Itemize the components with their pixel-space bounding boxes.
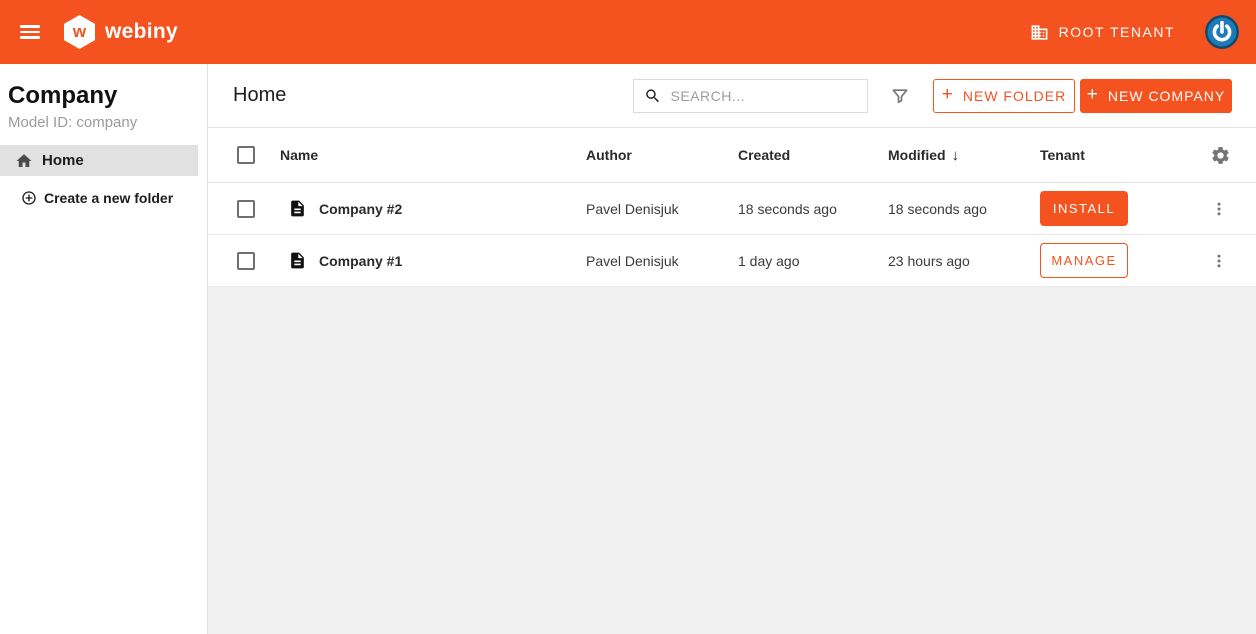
entry-name: Company #1 (319, 253, 402, 269)
row-checkbox[interactable] (237, 252, 255, 270)
sort-desc-arrow-icon: ↓ (952, 147, 960, 164)
add-circle-icon (21, 190, 37, 206)
filter-icon (890, 86, 910, 106)
top-app-bar: w webiny ROOT TENANT (0, 0, 1256, 64)
install-button[interactable]: INSTALL (1040, 191, 1128, 226)
search-icon (644, 86, 662, 106)
tenant-label: ROOT TENANT (1059, 24, 1175, 40)
table-header-row: Name Author Created Modified ↓ Tenant (208, 128, 1256, 183)
brand-wordmark: webiny (105, 20, 178, 44)
page-title: Home (233, 84, 286, 107)
filter-button[interactable] (890, 86, 910, 106)
create-folder-button[interactable]: Create a new folder (0, 183, 207, 213)
column-header-tenant: Tenant (1040, 147, 1198, 163)
kebab-menu-icon (1210, 252, 1228, 270)
plus-icon: + (942, 85, 954, 104)
row-checkbox[interactable] (237, 200, 255, 218)
webiny-logo[interactable]: w webiny (64, 15, 178, 49)
sidebar-item-home[interactable]: Home (0, 145, 198, 176)
search-input[interactable] (671, 88, 857, 104)
table-row[interactable]: Company #2 Pavel Denisjuk 18 seconds ago… (208, 183, 1256, 235)
search-box (633, 79, 868, 113)
model-title: Company (0, 82, 207, 110)
entry-created: 18 seconds ago (738, 201, 888, 217)
user-avatar[interactable] (1205, 15, 1239, 49)
entry-name: Company #2 (319, 201, 402, 217)
gear-icon (1210, 145, 1231, 166)
hamburger-menu-icon[interactable] (20, 25, 40, 39)
plus-icon: + (1087, 85, 1099, 104)
tenant-selector[interactable]: ROOT TENANT (1030, 23, 1175, 42)
column-header-author[interactable]: Author (586, 147, 738, 163)
new-folder-button[interactable]: + NEW FOLDER (933, 79, 1075, 113)
row-menu-button[interactable] (1210, 252, 1228, 270)
row-menu-button[interactable] (1210, 200, 1228, 218)
model-id-subtitle: Model ID: company (0, 114, 207, 131)
entry-modified: 18 seconds ago (888, 201, 1040, 217)
manage-button[interactable]: MANAGE (1040, 243, 1128, 278)
sidebar: Company Model ID: company Home Create a … (0, 64, 208, 634)
home-icon (15, 152, 33, 170)
webiny-hexagon-icon: w (64, 15, 95, 49)
content-header: Home + NEW FOLDER + NEW COMPANY (208, 64, 1256, 128)
document-icon (288, 251, 307, 270)
column-settings-button[interactable] (1210, 145, 1231, 166)
entry-author: Pavel Denisjuk (586, 201, 738, 217)
building-icon (1030, 23, 1049, 42)
main-content: Home + NEW FOLDER + NEW COMPANY (208, 64, 1256, 634)
column-header-modified[interactable]: Modified ↓ (888, 147, 1040, 164)
sidebar-item-label: Create a new folder (44, 190, 173, 206)
sidebar-item-label: Home (42, 152, 84, 169)
entries-table: Name Author Created Modified ↓ Tenant (208, 128, 1256, 287)
column-header-created[interactable]: Created (738, 147, 888, 163)
entry-author: Pavel Denisjuk (586, 253, 738, 269)
table-row[interactable]: Company #1 Pavel Denisjuk 1 day ago 23 h… (208, 235, 1256, 287)
entry-created: 1 day ago (738, 253, 888, 269)
document-icon (288, 199, 307, 218)
select-all-checkbox[interactable] (237, 146, 255, 164)
folder-tree: Home Create a new folder (0, 145, 207, 213)
kebab-menu-icon (1210, 200, 1228, 218)
column-header-name[interactable]: Name (280, 147, 586, 163)
new-company-button[interactable]: + NEW COMPANY (1080, 79, 1232, 113)
entry-modified: 23 hours ago (888, 253, 1040, 269)
